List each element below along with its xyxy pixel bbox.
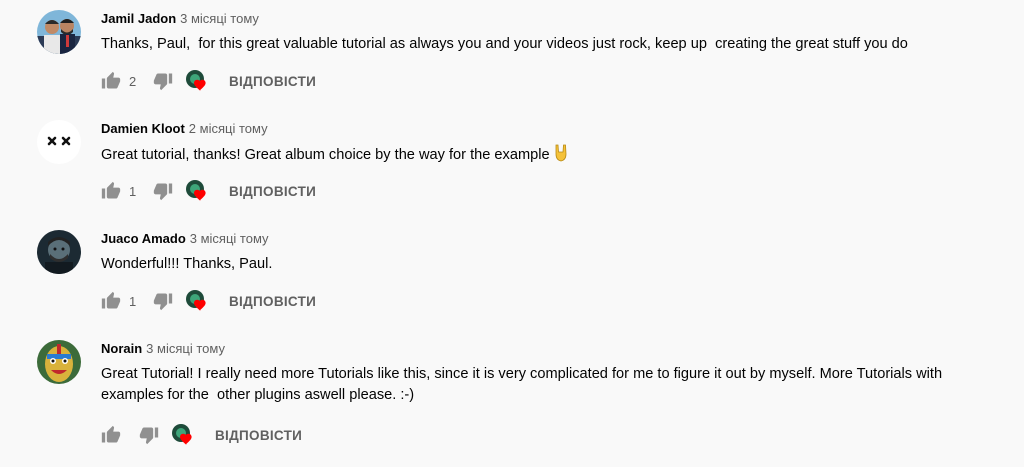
comment-header: Juaco Amado 3 місяці тому [101,230,1004,248]
thumbs-up-icon[interactable] [101,291,121,311]
avatar[interactable] [37,120,81,164]
thumbs-down-icon[interactable] [153,181,173,201]
reply-button[interactable]: ВІДПОВІСТИ [229,184,316,199]
comment-thread: Norain 3 місяці тому Great Tutorial! I re… [0,340,1024,460]
like-count: 1 [129,293,137,309]
comment-text: Thanks, Paul, for this great valuable tu… [101,36,908,52]
comment-text: Great Tutorial! I really need more Tutor… [101,366,947,403]
comment-header: Jamil Jadon 3 місяці тому [101,10,1004,28]
comment-toolbar: 1 ВІДПОВІСТИ [101,179,316,203]
author-name[interactable]: Norain [101,341,142,356]
rock-hand-emoji-icon [555,144,567,162]
comment-toolbar: ВІДПОВІСТИ [101,423,302,447]
comment-thread: Jamil Jadon 3 місяці тому Thanks, Paul, f… [0,10,1024,110]
comment-header: Damien Kloot 2 місяці тому [101,120,1004,138]
comment-thread: Damien Kloot 2 місяці тому Great tutorial… [0,120,1024,220]
thumbs-up-icon[interactable] [101,181,121,201]
comment-time[interactable]: 3 місяці тому [190,231,269,246]
reply-button[interactable]: ВІДПОВІСТИ [215,428,302,443]
thumbs-up-icon[interactable] [101,425,121,445]
comment-text-content: Great tutorial, thanks! Great album choi… [101,147,550,163]
avatar[interactable] [37,340,81,384]
comment-text: Great tutorial, thanks! Great album choi… [101,144,1004,166]
comment-body: Norain 3 місяці тому Great Tutorial! I re… [101,340,1004,445]
comment-time[interactable]: 2 місяці тому [189,121,268,136]
comment-toolbar: 1 ВІДПОВІСТИ [101,289,316,313]
author-name[interactable]: Juaco Amado [101,231,186,246]
author-name[interactable]: Damien Kloot [101,121,185,136]
comment-header: Norain 3 місяці тому [101,340,1004,358]
reply-button[interactable]: ВІДПОВІСТИ [229,74,316,89]
like-count: 1 [129,183,137,199]
thumbs-down-icon[interactable] [153,291,173,311]
comment-toolbar: 2 ВІДПОВІСТИ [101,69,316,93]
avatar[interactable] [37,10,81,54]
comment-time[interactable]: 3 місяці тому [180,11,259,26]
thumbs-down-icon[interactable] [153,71,173,91]
thumbs-down-icon[interactable] [139,425,159,445]
like-count: 2 [129,73,137,89]
author-name[interactable]: Jamil Jadon [101,11,176,26]
creator-heart-icon [185,289,209,313]
comment-body: Juaco Amado 3 місяці тому Wonderful!!! Th… [101,230,1004,311]
reply-button[interactable]: ВІДПОВІСТИ [229,294,316,309]
comment-body: Damien Kloot 2 місяці тому Great tutorial… [101,120,1004,201]
avatar[interactable] [37,230,81,274]
creator-heart-icon [171,423,195,447]
comment-text: Wonderful!!! Thanks, Paul. [101,256,273,272]
comment-time[interactable]: 3 місяці тому [146,341,225,356]
creator-heart-icon [185,69,209,93]
comment-thread: Juaco Amado 3 місяці тому Wonderful!!! Th… [0,230,1024,330]
thumbs-up-icon[interactable] [101,71,121,91]
creator-heart-icon [185,179,209,203]
comment-body: Jamil Jadon 3 місяці тому Thanks, Paul, f… [101,10,1004,91]
